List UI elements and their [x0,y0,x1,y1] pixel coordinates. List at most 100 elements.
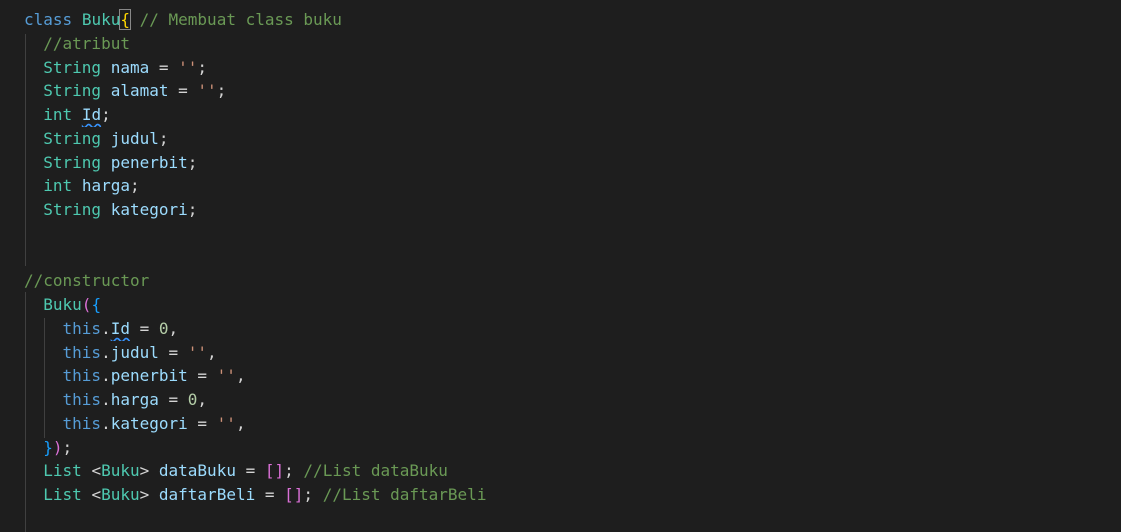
generic-type: Buku [101,461,140,480]
variable-name: judul [110,129,159,148]
open-bracket: [ [284,485,294,504]
angle-open: < [91,485,102,504]
variable-name: nama [110,58,150,77]
code-line-6[interactable]: String judul; [24,127,1114,151]
dot: . [101,343,111,362]
code-line-1[interactable]: class Buku{ // Membuat class buku [24,8,1114,32]
code-line-17[interactable]: this.harga = 0, [24,388,1114,412]
field-name: kategori [110,414,188,433]
code-line-5[interactable]: int Id; [24,103,1114,127]
code-line-2[interactable]: //atribut [24,32,1114,56]
string-literal: '' [178,58,198,77]
code-line-18[interactable]: this.kategori = '', [24,412,1114,436]
semicolon: ; [158,129,169,148]
code-line-12[interactable]: //constructor [24,269,1114,293]
code-line-3[interactable]: String nama = ''; [24,56,1114,80]
string-literal: '' [197,81,217,100]
semicolon: ; [187,200,198,219]
comment: //List dataBuku [303,461,448,480]
constructor-name: Buku [43,295,82,314]
generic-type: Buku [101,485,140,504]
class-name: Buku [81,10,121,29]
angle-close: > [139,485,150,504]
comment: //List daftarBeli [322,485,487,504]
type-name: int [43,176,73,195]
open-bracket: [ [264,461,275,480]
semicolon: ; [129,176,140,195]
operator: = [168,81,198,100]
variable-name: kategori [110,200,188,219]
operator: = [235,461,265,480]
type-name: String [43,58,102,77]
open-brace: { [91,295,102,314]
dot: . [101,390,111,409]
keyword-this: this [62,319,102,338]
number-literal: 0 [158,319,169,338]
variable-name-warning[interactable]: Id [82,105,101,124]
keyword-this: this [62,390,102,409]
semicolon: ; [284,461,294,480]
semicolon: ; [101,105,111,124]
string-literal: '' [216,414,236,433]
field-name: judul [110,343,159,362]
code-line-4[interactable]: String alamat = ''; [24,79,1114,103]
operator: = [149,58,179,77]
keyword-this: this [62,414,102,433]
close-paren: ) [52,438,63,457]
operator: = [158,390,188,409]
operator: = [187,366,217,385]
field-name: harga [110,390,159,409]
type-name: int [43,105,73,124]
keyword-class: class [24,10,73,29]
operator: = [129,319,159,338]
type-name: String [43,81,102,100]
variable-name: dataBuku [158,461,236,480]
field-name-warning[interactable]: Id [111,319,130,338]
code-editor[interactable]: class Buku{ // Membuat class buku //atri… [0,0,1121,532]
variable-name: penerbit [110,153,188,172]
close-brace: } [43,438,53,457]
close-bracket: ] [293,485,304,504]
number-literal: 0 [187,390,198,409]
keyword-this: this [62,343,102,362]
code-line-15[interactable]: this.judul = '', [24,341,1114,365]
code-line-9[interactable]: String kategori; [24,198,1114,222]
semicolon: ; [187,153,198,172]
angle-close: > [139,461,150,480]
field-name: penerbit [110,366,188,385]
type-name: String [43,200,102,219]
keyword-this: this [62,366,102,385]
string-literal: '' [216,366,236,385]
code-line-16[interactable]: this.penerbit = '', [24,364,1114,388]
operator: = [187,414,217,433]
code-line-21[interactable]: List <Buku> daftarBeli = []; //List daft… [24,483,1114,507]
dot: . [101,414,111,433]
comment: //atribut [43,34,130,53]
variable-name: daftarBeli [158,485,256,504]
code-line-7[interactable]: String penerbit; [24,151,1114,175]
comma: , [168,319,179,338]
operator: = [255,485,285,504]
close-bracket: ] [274,461,285,480]
code-line-20[interactable]: List <Buku> dataBuku = []; //List dataBu… [24,459,1114,483]
comma: , [235,414,246,433]
string-literal: '' [187,343,208,362]
code-line-8[interactable]: int harga; [24,174,1114,198]
type-name: List [43,461,82,480]
code-line-14[interactable]: this.Id = 0, [24,317,1114,341]
code-line-19[interactable]: }); [24,436,1114,460]
dot: . [101,319,111,338]
semicolon: ; [62,438,73,457]
type-name: String [43,129,102,148]
operator: = [158,343,188,362]
dot: . [101,366,111,385]
type-name: String [43,153,102,172]
code-line-13[interactable]: Buku({ [24,293,1114,317]
variable-name: alamat [110,81,169,100]
type-name: List [43,485,82,504]
comma: , [197,390,208,409]
open-brace: { [119,9,131,30]
comma: , [207,343,217,362]
variable-name: harga [81,176,130,195]
comma: , [235,366,246,385]
